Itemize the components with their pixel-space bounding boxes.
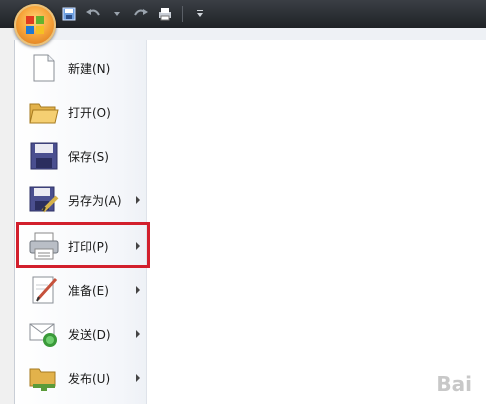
title-bar (0, 0, 486, 28)
menu-item-save[interactable]: 保存(S) (16, 134, 144, 178)
menu-top-strip (14, 28, 486, 40)
menu-item-publish[interactable]: 发布(U) (16, 356, 144, 400)
menu-item-label: 打开(O) (68, 105, 111, 120)
save-icon[interactable] (60, 5, 78, 23)
menu-item-label: 发布(U) (68, 371, 111, 386)
save-icon (28, 140, 60, 172)
undo-icon[interactable] (84, 5, 102, 23)
customize-toolbar-icon[interactable] (191, 5, 209, 23)
menu-item-new[interactable]: 新建(N) (16, 46, 144, 90)
send-icon (28, 318, 60, 350)
menu-item-label: 准备(E) (68, 283, 109, 298)
print-highlight-box (16, 222, 150, 268)
office-button[interactable] (14, 4, 56, 46)
watermark: Bai (436, 372, 472, 396)
submenu-arrow-icon (136, 330, 140, 338)
recent-documents-pane (146, 40, 486, 404)
window-frame (0, 28, 14, 404)
save-as-icon (28, 184, 60, 216)
menu-item-open[interactable]: 打开(O) (16, 90, 144, 134)
submenu-arrow-icon (136, 196, 140, 204)
menu-item-label: 保存(S) (68, 149, 109, 164)
menu-item-send[interactable]: 发送(D) (16, 312, 144, 356)
toolbar-separator (182, 6, 183, 22)
submenu-arrow-icon (136, 286, 140, 294)
quick-print-icon[interactable] (156, 5, 174, 23)
menu-item-label: 新建(N) (68, 61, 111, 76)
menu-item-label: 另存为(A) (68, 193, 122, 208)
prepare-icon (28, 274, 60, 306)
quick-access-toolbar (60, 4, 209, 24)
open-folder-icon (28, 96, 60, 128)
new-document-icon (28, 52, 60, 84)
menu-item-label: 发送(D) (68, 327, 111, 342)
office-logo-icon (26, 16, 44, 34)
redo-icon[interactable] (132, 5, 150, 23)
menu-item-prepare[interactable]: 准备(E) (16, 268, 144, 312)
chevron-down-icon[interactable] (108, 5, 126, 23)
submenu-arrow-icon (136, 374, 140, 382)
menu-item-save-as[interactable]: 另存为(A) (16, 178, 144, 222)
publish-icon (28, 362, 60, 394)
